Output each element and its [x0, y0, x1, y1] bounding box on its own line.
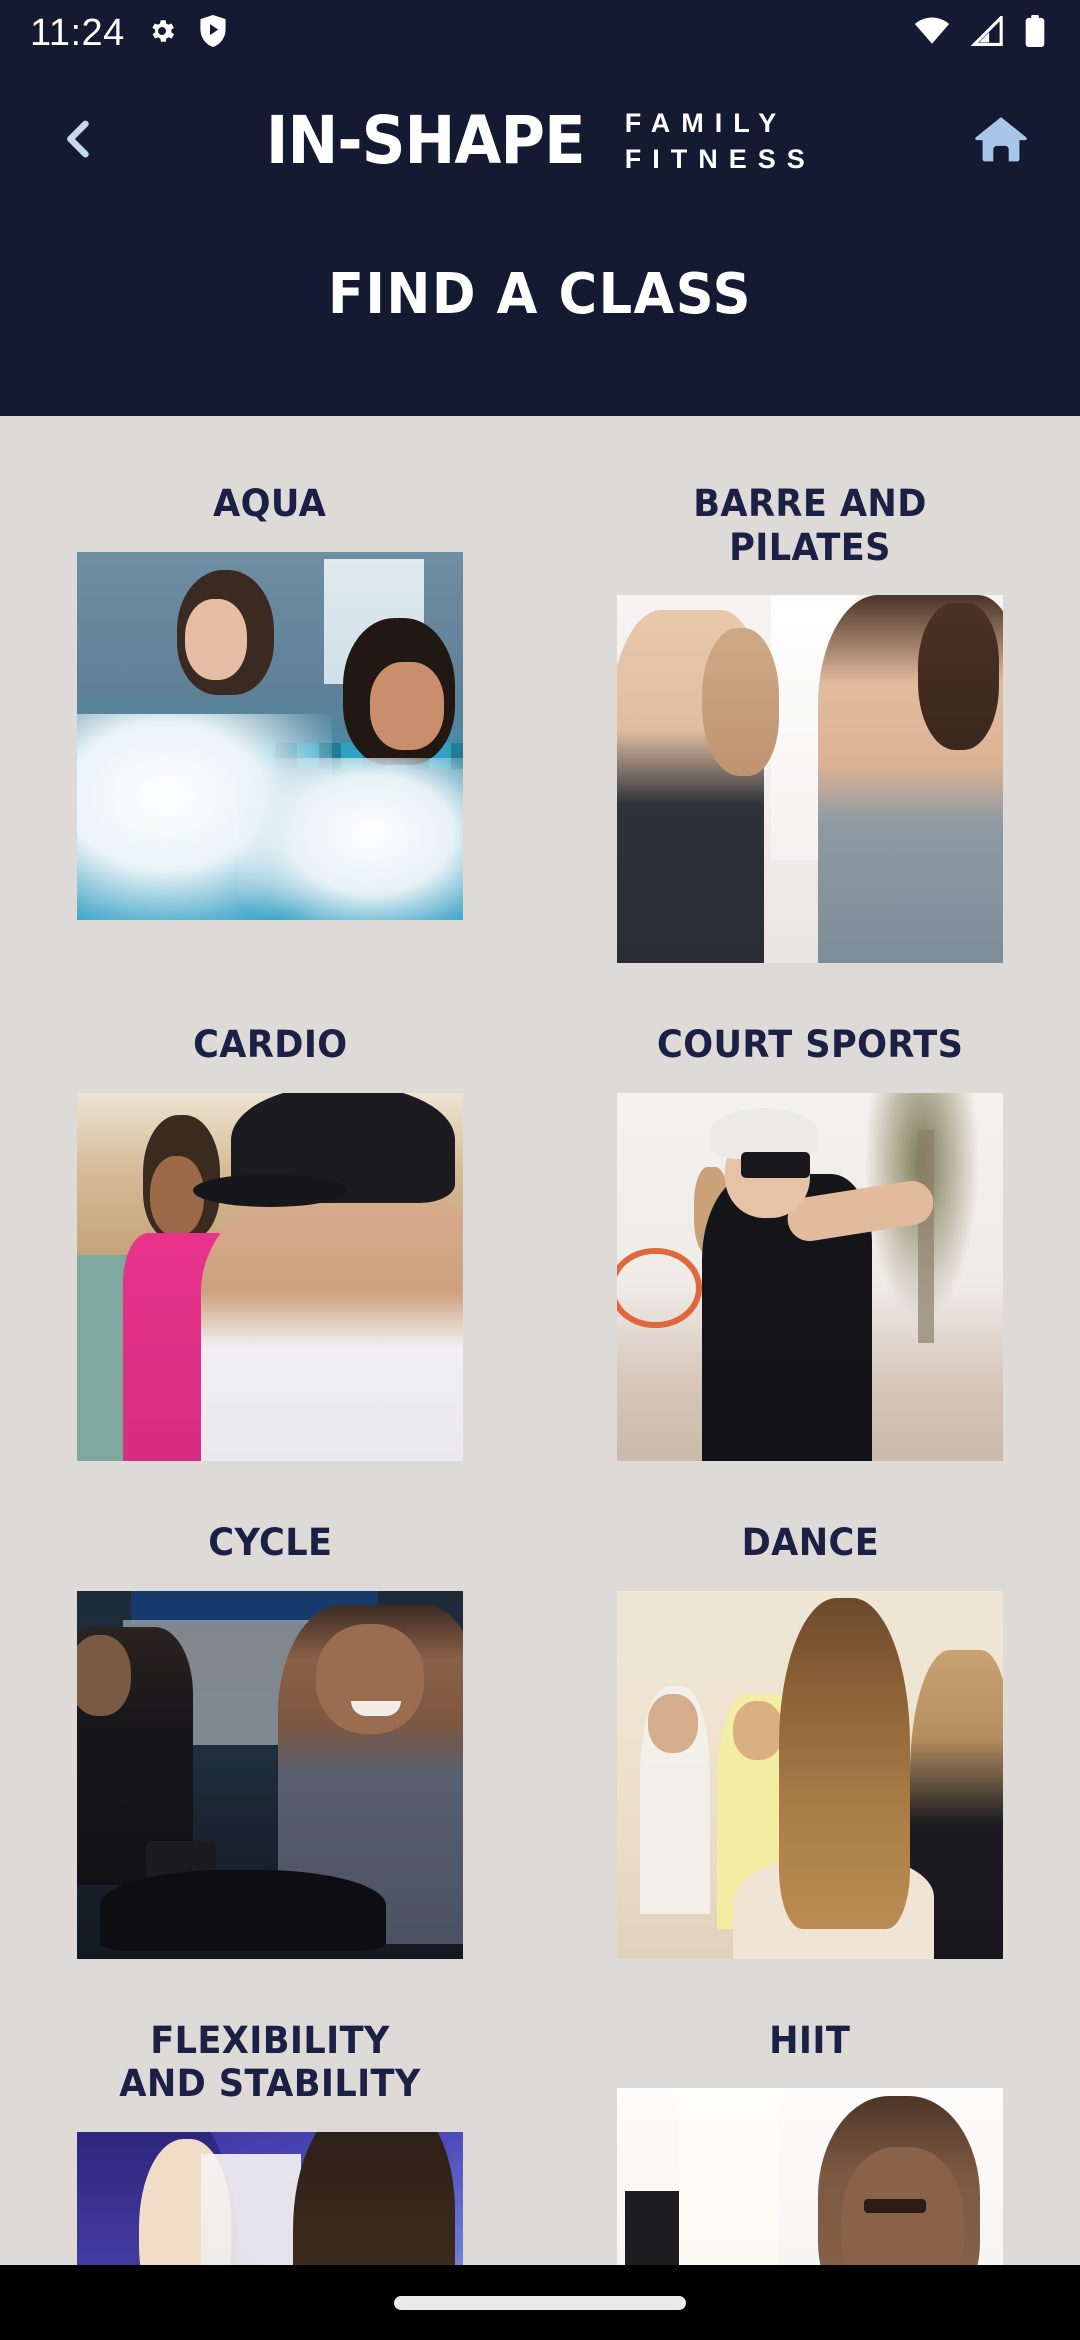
- status-bar-clock: 11:24: [30, 12, 125, 54]
- home-button[interactable]: [956, 96, 1046, 186]
- wifi-icon: [914, 16, 950, 51]
- app-screen: 11:24 IN-SHAPE FAMILY FITNESS FIND A CLA…: [0, 0, 1080, 2340]
- logo-family-text: FAMILY: [624, 107, 788, 138]
- chevron-left-icon: [53, 113, 105, 170]
- category-label: CARDIO: [192, 1023, 348, 1067]
- category-image-aqua[interactable]: [77, 551, 463, 920]
- category-card-court-sports[interactable]: COURT SPORTS: [540, 1023, 1080, 1521]
- category-label: FLEXIBILITY AND STABILITY: [119, 2018, 421, 2106]
- logo-secondary-text: FAMILY FITNESS: [624, 107, 816, 174]
- home-icon: [973, 111, 1029, 172]
- category-label: DANCE: [741, 1520, 879, 1564]
- cellular-signal-icon: [970, 13, 1004, 51]
- gear-icon: [147, 16, 177, 51]
- shield-play-icon: [199, 14, 227, 52]
- brand-logo[interactable]: IN-SHAPE FAMILY FITNESS: [118, 108, 950, 174]
- category-grid: AQUA BARRE AND PILATES CARDIO COURT SPOR…: [0, 416, 1080, 2340]
- category-card-cycle[interactable]: CYCLE: [0, 1521, 540, 2019]
- back-button[interactable]: [34, 96, 124, 186]
- category-image-dance[interactable]: [617, 1590, 1003, 1959]
- app-header: IN-SHAPE FAMILY FITNESS FIND A CLASS: [0, 66, 1080, 453]
- category-label: COURT SPORTS: [656, 1023, 964, 1067]
- category-card-barre-and-pilates[interactable]: BARRE AND PILATES: [540, 482, 1080, 1023]
- status-bar: 11:24: [0, 0, 1080, 66]
- category-label: AQUA: [213, 482, 327, 525]
- category-label: HIIT: [769, 2018, 851, 2062]
- page-title: FIND A CLASS: [328, 262, 752, 327]
- category-image-cycle[interactable]: [77, 1590, 463, 1959]
- category-image-barre-and-pilates[interactable]: [617, 595, 1003, 964]
- status-bar-right: [914, 13, 1046, 52]
- category-label: CYCLE: [207, 1520, 333, 1564]
- status-bar-left: 11:24: [30, 14, 227, 52]
- logo-primary-text: IN-SHAPE: [266, 102, 586, 179]
- header-bar: IN-SHAPE FAMILY FITNESS: [0, 66, 1080, 216]
- category-label: BARRE AND PILATES: [693, 482, 927, 569]
- category-card-cardio[interactable]: CARDIO: [0, 1023, 540, 1521]
- system-navigation-bar: [0, 2265, 1080, 2340]
- category-card-dance[interactable]: DANCE: [540, 1521, 1080, 2019]
- category-image-court-sports[interactable]: [617, 1092, 1003, 1461]
- home-gesture-pill[interactable]: [394, 2295, 686, 2310]
- battery-icon: [1024, 14, 1046, 52]
- category-image-cardio[interactable]: [77, 1092, 463, 1461]
- category-card-aqua[interactable]: AQUA: [0, 482, 540, 1023]
- class-category-list[interactable]: AQUA BARRE AND PILATES CARDIO COURT SPOR…: [0, 416, 1080, 2340]
- logo-fitness-text: FITNESS: [624, 143, 816, 174]
